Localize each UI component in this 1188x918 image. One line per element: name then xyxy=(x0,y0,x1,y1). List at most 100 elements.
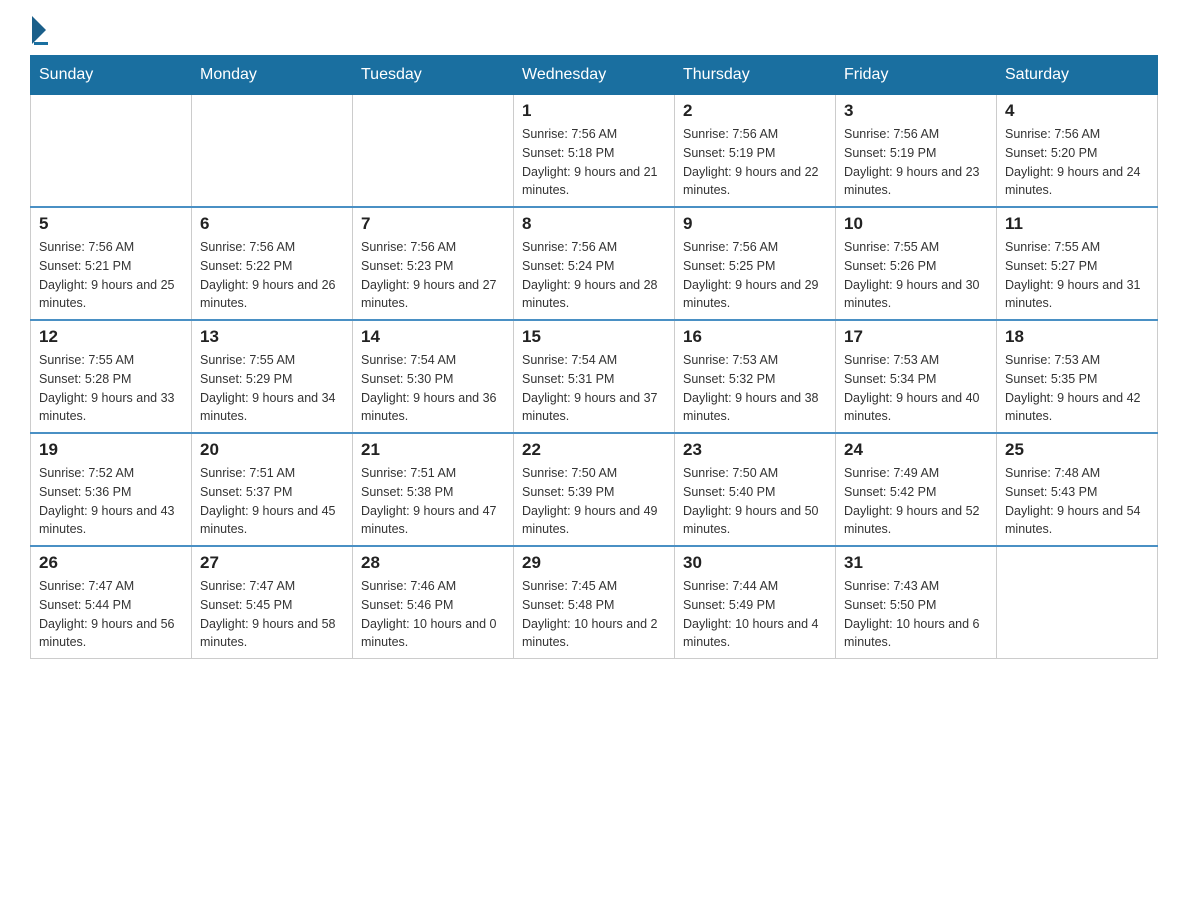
day-number: 10 xyxy=(844,214,988,234)
day-info: Sunrise: 7:55 AM Sunset: 5:29 PM Dayligh… xyxy=(200,351,344,426)
calendar-cell: 3 Sunrise: 7:56 AM Sunset: 5:19 PM Daylig… xyxy=(836,95,997,208)
day-info: Sunrise: 7:47 AM Sunset: 5:44 PM Dayligh… xyxy=(39,577,183,652)
weekday-header-sunday: Sunday xyxy=(31,56,192,95)
day-info: Sunrise: 7:52 AM Sunset: 5:36 PM Dayligh… xyxy=(39,464,183,539)
day-info: Sunrise: 7:46 AM Sunset: 5:46 PM Dayligh… xyxy=(361,577,505,652)
day-number: 31 xyxy=(844,553,988,573)
calendar-cell: 24 Sunrise: 7:49 AM Sunset: 5:42 PM Dayli… xyxy=(836,433,997,546)
day-info: Sunrise: 7:53 AM Sunset: 5:35 PM Dayligh… xyxy=(1005,351,1149,426)
day-info: Sunrise: 7:54 AM Sunset: 5:31 PM Dayligh… xyxy=(522,351,666,426)
day-number: 27 xyxy=(200,553,344,573)
day-info: Sunrise: 7:56 AM Sunset: 5:22 PM Dayligh… xyxy=(200,238,344,313)
calendar-cell: 17 Sunrise: 7:53 AM Sunset: 5:34 PM Dayli… xyxy=(836,320,997,433)
day-number: 8 xyxy=(522,214,666,234)
day-number: 29 xyxy=(522,553,666,573)
day-info: Sunrise: 7:56 AM Sunset: 5:23 PM Dayligh… xyxy=(361,238,505,313)
day-info: Sunrise: 7:53 AM Sunset: 5:34 PM Dayligh… xyxy=(844,351,988,426)
calendar-cell: 8Sunrise: 7:56 AM Sunset: 5:24 PM Daylig… xyxy=(514,207,675,320)
calendar-cell xyxy=(192,95,353,208)
day-number: 24 xyxy=(844,440,988,460)
day-number: 12 xyxy=(39,327,183,347)
calendar-cell: 23Sunrise: 7:50 AM Sunset: 5:40 PM Dayli… xyxy=(675,433,836,546)
day-number: 3 xyxy=(844,101,988,121)
calendar-cell: 21 Sunrise: 7:51 AM Sunset: 5:38 PM Dayli… xyxy=(353,433,514,546)
day-number: 7 xyxy=(361,214,505,234)
day-number: 11 xyxy=(1005,214,1149,234)
day-info: Sunrise: 7:56 AM Sunset: 5:20 PM Dayligh… xyxy=(1005,125,1149,200)
calendar-cell: 13 Sunrise: 7:55 AM Sunset: 5:29 PM Dayli… xyxy=(192,320,353,433)
calendar-cell: 26 Sunrise: 7:47 AM Sunset: 5:44 PM Dayli… xyxy=(31,546,192,659)
day-number: 18 xyxy=(1005,327,1149,347)
calendar-cell xyxy=(31,95,192,208)
calendar-cell: 20 Sunrise: 7:51 AM Sunset: 5:37 PM Dayli… xyxy=(192,433,353,546)
day-number: 20 xyxy=(200,440,344,460)
logo-triangle-icon xyxy=(32,16,46,44)
day-number: 5 xyxy=(39,214,183,234)
day-info: Sunrise: 7:48 AM Sunset: 5:43 PM Dayligh… xyxy=(1005,464,1149,539)
day-number: 13 xyxy=(200,327,344,347)
day-number: 17 xyxy=(844,327,988,347)
day-info: Sunrise: 7:51 AM Sunset: 5:38 PM Dayligh… xyxy=(361,464,505,539)
day-info: Sunrise: 7:56 AM Sunset: 5:21 PM Dayligh… xyxy=(39,238,183,313)
calendar-week-row: 19 Sunrise: 7:52 AM Sunset: 5:36 PM Dayli… xyxy=(31,433,1158,546)
day-info: Sunrise: 7:56 AM Sunset: 5:25 PM Dayligh… xyxy=(683,238,827,313)
weekday-header-saturday: Saturday xyxy=(997,56,1158,95)
day-number: 1 xyxy=(522,101,666,121)
day-number: 9 xyxy=(683,214,827,234)
calendar-week-row: 12 Sunrise: 7:55 AM Sunset: 5:28 PM Dayli… xyxy=(31,320,1158,433)
day-info: Sunrise: 7:54 AM Sunset: 5:30 PM Dayligh… xyxy=(361,351,505,426)
calendar-cell: 11Sunrise: 7:55 AM Sunset: 5:27 PM Dayli… xyxy=(997,207,1158,320)
day-number: 6 xyxy=(200,214,344,234)
day-info: Sunrise: 7:49 AM Sunset: 5:42 PM Dayligh… xyxy=(844,464,988,539)
calendar-cell: 12 Sunrise: 7:55 AM Sunset: 5:28 PM Dayli… xyxy=(31,320,192,433)
calendar-cell: 25Sunrise: 7:48 AM Sunset: 5:43 PM Dayli… xyxy=(997,433,1158,546)
calendar-cell: 4 Sunrise: 7:56 AM Sunset: 5:20 PM Daylig… xyxy=(997,95,1158,208)
calendar-cell: 16Sunrise: 7:53 AM Sunset: 5:32 PM Dayli… xyxy=(675,320,836,433)
calendar-cell: 6 Sunrise: 7:56 AM Sunset: 5:22 PM Daylig… xyxy=(192,207,353,320)
day-number: 26 xyxy=(39,553,183,573)
day-number: 30 xyxy=(683,553,827,573)
calendar-cell: 22 Sunrise: 7:50 AM Sunset: 5:39 PM Dayli… xyxy=(514,433,675,546)
calendar-cell: 15Sunrise: 7:54 AM Sunset: 5:31 PM Dayli… xyxy=(514,320,675,433)
day-info: Sunrise: 7:55 AM Sunset: 5:28 PM Dayligh… xyxy=(39,351,183,426)
day-info: Sunrise: 7:45 AM Sunset: 5:48 PM Dayligh… xyxy=(522,577,666,652)
weekday-header-friday: Friday xyxy=(836,56,997,95)
calendar-cell xyxy=(353,95,514,208)
weekday-header-tuesday: Tuesday xyxy=(353,56,514,95)
day-info: Sunrise: 7:50 AM Sunset: 5:39 PM Dayligh… xyxy=(522,464,666,539)
calendar-cell: 19 Sunrise: 7:52 AM Sunset: 5:36 PM Dayli… xyxy=(31,433,192,546)
weekday-header-wednesday: Wednesday xyxy=(514,56,675,95)
day-info: Sunrise: 7:47 AM Sunset: 5:45 PM Dayligh… xyxy=(200,577,344,652)
calendar-cell: 14 Sunrise: 7:54 AM Sunset: 5:30 PM Dayli… xyxy=(353,320,514,433)
day-info: Sunrise: 7:55 AM Sunset: 5:26 PM Dayligh… xyxy=(844,238,988,313)
day-number: 21 xyxy=(361,440,505,460)
calendar-cell: 27 Sunrise: 7:47 AM Sunset: 5:45 PM Dayli… xyxy=(192,546,353,659)
day-info: Sunrise: 7:43 AM Sunset: 5:50 PM Dayligh… xyxy=(844,577,988,652)
day-number: 22 xyxy=(522,440,666,460)
day-info: Sunrise: 7:51 AM Sunset: 5:37 PM Dayligh… xyxy=(200,464,344,539)
calendar-cell: 5 Sunrise: 7:56 AM Sunset: 5:21 PM Daylig… xyxy=(31,207,192,320)
calendar-week-row: 1 Sunrise: 7:56 AM Sunset: 5:18 PM Daylig… xyxy=(31,95,1158,208)
day-number: 4 xyxy=(1005,101,1149,121)
day-number: 23 xyxy=(683,440,827,460)
day-number: 2 xyxy=(683,101,827,121)
calendar-cell: 7 Sunrise: 7:56 AM Sunset: 5:23 PM Daylig… xyxy=(353,207,514,320)
day-number: 14 xyxy=(361,327,505,347)
day-info: Sunrise: 7:56 AM Sunset: 5:19 PM Dayligh… xyxy=(683,125,827,200)
logo xyxy=(30,20,56,45)
calendar-header-row: SundayMondayTuesdayWednesdayThursdayFrid… xyxy=(31,56,1158,95)
calendar-week-row: 26 Sunrise: 7:47 AM Sunset: 5:44 PM Dayli… xyxy=(31,546,1158,659)
calendar-cell: 28 Sunrise: 7:46 AM Sunset: 5:46 PM Dayli… xyxy=(353,546,514,659)
weekday-header-monday: Monday xyxy=(192,56,353,95)
page-header xyxy=(30,20,1158,45)
day-number: 19 xyxy=(39,440,183,460)
weekday-header-thursday: Thursday xyxy=(675,56,836,95)
calendar-cell: 1 Sunrise: 7:56 AM Sunset: 5:18 PM Daylig… xyxy=(514,95,675,208)
calendar-cell: 9 Sunrise: 7:56 AM Sunset: 5:25 PM Daylig… xyxy=(675,207,836,320)
day-number: 16 xyxy=(683,327,827,347)
calendar-cell: 29 Sunrise: 7:45 AM Sunset: 5:48 PM Dayli… xyxy=(514,546,675,659)
calendar-cell xyxy=(997,546,1158,659)
day-info: Sunrise: 7:56 AM Sunset: 5:18 PM Dayligh… xyxy=(522,125,666,200)
day-info: Sunrise: 7:56 AM Sunset: 5:19 PM Dayligh… xyxy=(844,125,988,200)
day-number: 28 xyxy=(361,553,505,573)
